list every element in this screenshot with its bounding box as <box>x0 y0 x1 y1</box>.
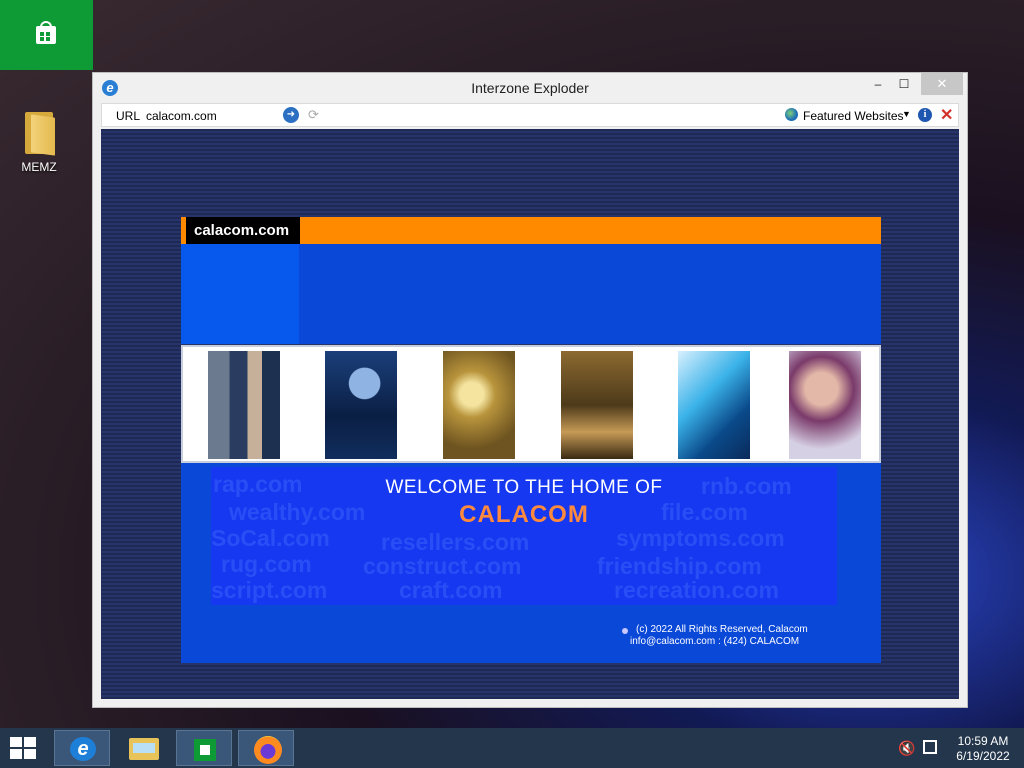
bg-domain: friendship.com <box>597 553 762 579</box>
welcome-section: rap.com rnb.com wealthy.com file.com SoC… <box>181 463 881 663</box>
welcome-heading: WELCOME TO THE HOME OF <box>385 477 663 498</box>
globe-icon <box>785 108 798 121</box>
clock-date: 6/19/2022 <box>956 749 1010 763</box>
folder-icon <box>23 108 55 156</box>
bg-domain: symptoms.com <box>616 525 785 551</box>
photo-businessman <box>208 351 280 459</box>
clock[interactable]: 10:59 AM 6/19/2022 <box>948 734 1018 764</box>
bg-domain: construct.com <box>363 553 522 579</box>
go-button[interactable]: ➜ <box>283 107 299 123</box>
info-icon[interactable]: i <box>918 108 932 122</box>
site-header: calacom.com <box>181 217 881 244</box>
taskbar-file-explorer[interactable] <box>116 730 172 766</box>
photo-meeting <box>561 351 633 459</box>
photo-strip <box>181 345 881 463</box>
taskbar-store[interactable] <box>176 730 232 766</box>
photo-woman-phone <box>789 351 861 459</box>
contact-text[interactable]: info@calacom.com : (424) CALACOM <box>630 636 799 647</box>
bullet-icon <box>622 628 628 634</box>
store-icon <box>194 739 216 761</box>
start-button[interactable] <box>8 736 38 760</box>
close-button[interactable]: ✕ <box>921 73 963 95</box>
photo-keyboard-hand <box>678 351 750 459</box>
site-banner <box>181 244 881 344</box>
desktop-icon-memz[interactable]: MEMZ <box>10 108 68 174</box>
bg-domain: SoCal.com <box>211 525 330 551</box>
url-label: URL <box>116 109 141 123</box>
bg-domain: craft.com <box>399 577 503 603</box>
site-logo[interactable]: calacom.com <box>186 217 300 244</box>
window-title: Interzone Exploder <box>471 80 589 96</box>
welcome-panel: rap.com rnb.com wealthy.com file.com SoC… <box>211 467 837 605</box>
bg-domain: script.com <box>211 577 328 603</box>
calacom-site: calacom.com rap.com rnb.com wealthy.com … <box>181 217 881 663</box>
photo-silhouettes-globe <box>325 351 397 459</box>
volume-muted-icon[interactable]: 🔇 <box>898 740 915 757</box>
firefox-icon <box>254 736 282 764</box>
stop-icon[interactable]: ✕ <box>940 105 953 125</box>
banner-left-panel <box>181 244 299 344</box>
maximize-button[interactable]: ☐ <box>889 73 919 95</box>
taskbar: e 🔇 10:59 AM 6/19/2022 <box>0 728 1024 768</box>
desktop-icon-label: MEMZ <box>21 160 57 174</box>
featured-websites-menu[interactable]: Featured Websites <box>803 109 904 123</box>
address-bar: URL calacom.com ➜ ⟳ Featured Websites ▼ … <box>101 103 959 127</box>
folder-icon <box>129 738 159 760</box>
bg-domain: rug.com <box>221 551 312 577</box>
photo-gears <box>443 351 515 459</box>
chevron-down-icon[interactable]: ▼ <box>902 109 911 119</box>
url-input[interactable]: calacom.com <box>146 109 217 123</box>
store-live-tile[interactable] <box>0 0 93 70</box>
copyright-text: (c) 2022 All Rights Reserved, Calacom <box>636 624 808 635</box>
taskbar-firefox[interactable] <box>238 730 294 766</box>
bg-domain: resellers.com <box>381 529 530 555</box>
network-icon[interactable] <box>923 740 937 754</box>
site-footer: (c) 2022 All Rights Reserved, Calacom in… <box>181 609 881 661</box>
ie-icon: e <box>70 737 96 761</box>
browser-window: e Interzone Exploder – ☐ ✕ URL calacom.c… <box>92 72 968 708</box>
store-icon <box>36 21 56 44</box>
brand-name: CALACOM <box>459 501 589 528</box>
web-viewport: calacom.com rap.com rnb.com wealthy.com … <box>101 129 959 699</box>
title-bar[interactable]: e Interzone Exploder – ☐ ✕ <box>93 73 967 103</box>
taskbar-internet-explorer[interactable]: e <box>54 730 110 766</box>
clock-time: 10:59 AM <box>957 734 1009 748</box>
refresh-icon[interactable]: ⟳ <box>308 107 319 123</box>
bg-domain: recreation.com <box>614 577 779 603</box>
